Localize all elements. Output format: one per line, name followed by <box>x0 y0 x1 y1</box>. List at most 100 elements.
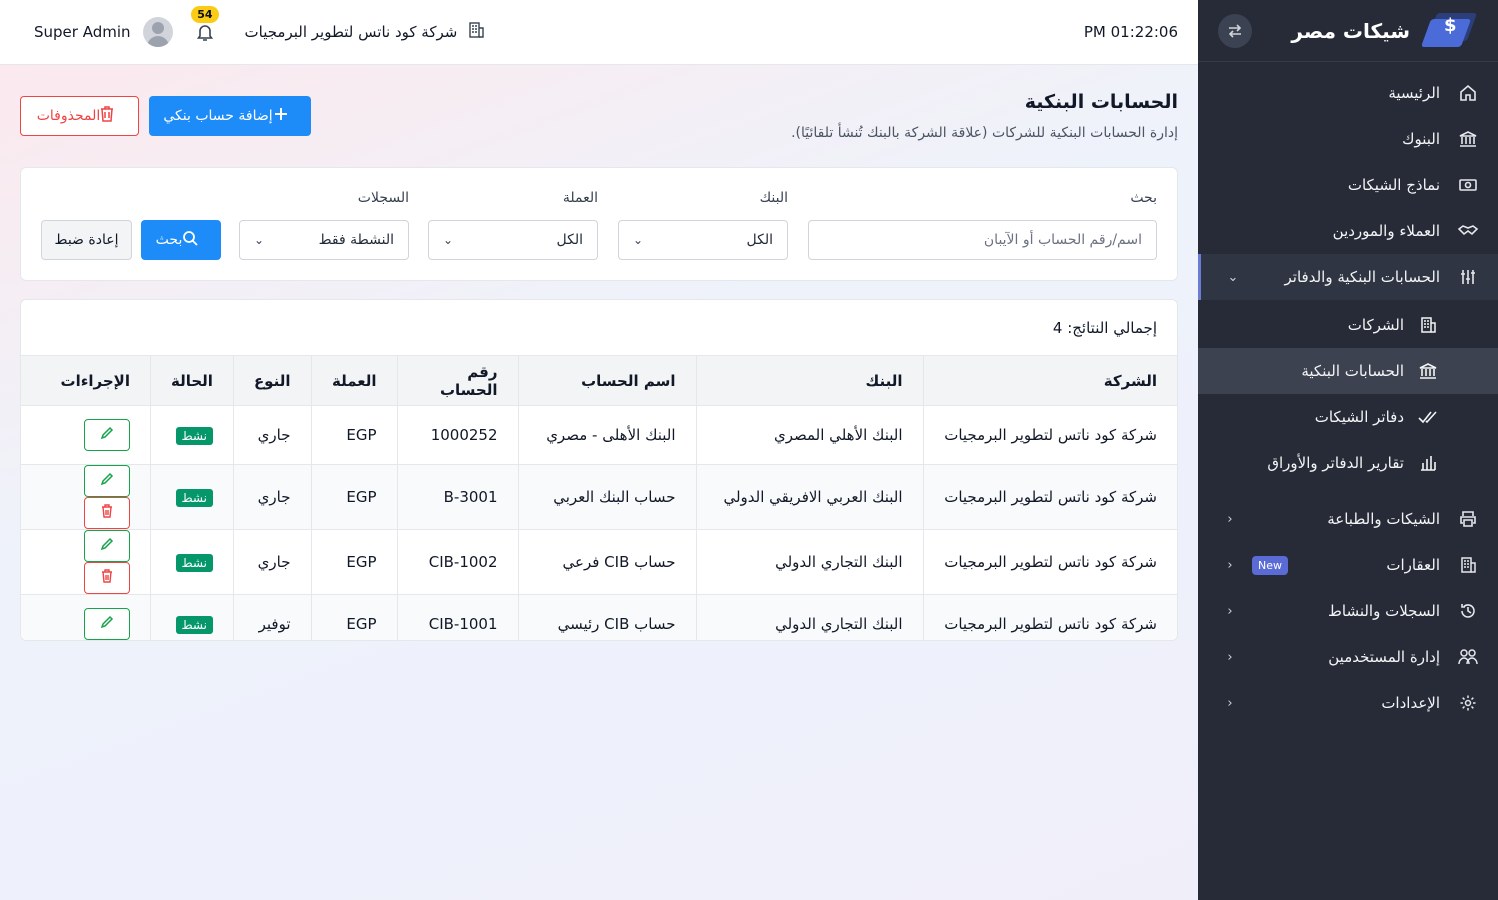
sliders-icon <box>1458 267 1478 287</box>
cell-bank: البنك التجاري الدولي <box>695 594 923 640</box>
sidebar-subitem-label: الشركات <box>1347 316 1404 334</box>
sidebar-item-logs[interactable]: السجلات والنشاط ‹ <box>1198 588 1498 634</box>
chevron-down-icon: ⌄ <box>443 233 454 247</box>
table-header-row: الشركة البنك اسم الحساب رقم الحساب العمل… <box>21 355 1177 406</box>
currency-select[interactable]: الكل ⌄ <box>428 220 598 260</box>
bell-icon[interactable]: 54 <box>191 6 219 42</box>
pencil-icon <box>100 537 114 555</box>
username[interactable]: Super Admin <box>34 23 131 41</box>
search-placeholder: اسم/رقم الحساب أو الآيبان <box>983 232 1142 248</box>
status-badge: نشط <box>175 427 213 445</box>
sidebar-item-bank-accounts-books[interactable]: الحسابات البنكية والدفاتر ⌄ <box>1198 254 1498 300</box>
col-account-number[interactable]: رقم الحساب <box>396 355 518 406</box>
table-row: شركة كود ناتس لتطوير البرمجيات البنك الع… <box>21 464 1177 530</box>
sidebar-item-properties[interactable]: العقارات New ‹ <box>1198 542 1498 588</box>
sidebar-item-settings[interactable]: الإعدادات ‹ <box>1198 680 1498 726</box>
sidebar-subitem-label: تقارير الدفاتر والأوراق <box>1267 454 1404 472</box>
edit-button[interactable] <box>83 465 130 497</box>
gear-icon <box>1458 693 1478 713</box>
trash-icon <box>101 504 113 522</box>
sidebar-item-label: السجلات والنشاط <box>1328 602 1440 620</box>
cell-bank: البنك التجاري الدولي <box>695 529 923 595</box>
bank-accounts-table: الشركة البنك اسم الحساب رقم الحساب العمل… <box>21 355 1177 640</box>
chevron-left-icon: ‹ <box>1227 649 1233 665</box>
checkmark-icon <box>1418 407 1438 427</box>
sidebar-subitem-book-reports[interactable]: تقارير الدفاتر والأوراق <box>1198 440 1498 486</box>
edit-button[interactable] <box>83 530 130 562</box>
cell-company: شركة كود ناتس لتطوير البرمجيات <box>922 464 1177 530</box>
chevron-down-icon: ⌄ <box>1227 269 1239 285</box>
cell-account-number: CIB-1002 <box>396 529 518 595</box>
swap-icon[interactable] <box>1218 13 1252 48</box>
sidebar-item-label: العملاء والموردين <box>1332 222 1440 240</box>
delete-button[interactable] <box>83 562 130 594</box>
avatar[interactable] <box>142 17 173 47</box>
results-panel: إجمالي النتائج: 4 الشركة البنك اسم الحسا… <box>20 299 1178 641</box>
cell-currency: EGP <box>310 405 397 465</box>
records-select[interactable]: النشطة فقط ⌄ <box>239 220 409 260</box>
new-badge: New <box>1252 555 1288 575</box>
col-account-name[interactable]: اسم الحساب <box>517 355 696 406</box>
cell-actions <box>21 464 151 530</box>
search-input[interactable]: اسم/رقم الحساب أو الآيبان <box>808 220 1157 260</box>
deleted-items-button[interactable]: المحذوفات <box>20 96 139 136</box>
reset-button[interactable]: إعادة ضبط <box>41 220 132 260</box>
col-bank[interactable]: البنك <box>695 355 923 406</box>
add-bank-account-button[interactable]: إضافة حساب بنكي <box>149 96 311 136</box>
clock: PM 01:22:06 <box>1083 23 1178 41</box>
chevron-down-icon: ⌄ <box>254 233 265 247</box>
bank-select[interactable]: الكل ⌄ <box>618 220 788 260</box>
sidebar-item-home[interactable]: الرئيسية <box>1198 70 1498 116</box>
cell-currency: EGP <box>310 464 397 530</box>
trash-icon <box>101 569 113 587</box>
sidebar-item-cheque-templates[interactable]: نماذج الشيكات <box>1198 162 1498 208</box>
search-button[interactable]: بحث <box>141 220 221 260</box>
sidebar-item-users[interactable]: إدارة المستخدمين ‹ <box>1198 634 1498 680</box>
chevron-left-icon: ‹ <box>1227 511 1233 527</box>
chevron-left-icon: ‹ <box>1227 695 1233 711</box>
sidebar-item-banks[interactable]: البنوك <box>1198 116 1498 162</box>
col-currency[interactable]: العملة <box>310 355 397 406</box>
current-company[interactable]: شركة كود ناتس لتطوير البرمجيات <box>245 21 486 43</box>
edit-button[interactable] <box>83 419 130 451</box>
col-type[interactable]: النوع <box>232 355 311 406</box>
account-number: CIB-1002 <box>428 553 498 571</box>
sidebar-subitem-companies[interactable]: الشركات <box>1198 302 1498 348</box>
brand-logo: $ <box>1420 11 1478 51</box>
edit-button[interactable] <box>83 608 130 640</box>
pencil-icon <box>100 426 114 444</box>
status-badge: نشط <box>175 489 213 507</box>
col-company[interactable]: الشركة <box>922 355 1177 406</box>
sidebar-subitem-bank-accounts[interactable]: الحسابات البنكية <box>1198 348 1498 394</box>
sidebar-item-label: الرئيسية <box>1388 84 1440 102</box>
col-actions: الإجراءات <box>21 355 151 406</box>
cell-currency: EGP <box>310 529 397 595</box>
currency-label: العملة <box>562 190 598 206</box>
col-status[interactable]: الحالة <box>149 355 234 406</box>
status-badge: نشط <box>175 616 213 635</box>
cell-account-number: B-3001 <box>396 464 518 530</box>
sidebar-item-clients[interactable]: العملاء والموردين <box>1198 208 1498 254</box>
search-label: بحث <box>1130 190 1157 206</box>
sidebar: $ شيكات مصر الرئيسية البنوك نماذج الشيكا… <box>1198 0 1498 900</box>
account-number: CIB-1001 <box>428 615 498 634</box>
sidebar-item-label: الإعدادات <box>1381 694 1440 712</box>
sidebar-subitem-cheque-books[interactable]: دفاتر الشيكات <box>1198 394 1498 440</box>
cell-company: شركة كود ناتس لتطوير البرمجيات <box>922 594 1177 640</box>
sidebar-item-cheques-printing[interactable]: الشيكات والطباعة ‹ <box>1198 496 1498 542</box>
sidebar-subitem-label: الحسابات البنكية <box>1301 362 1404 380</box>
table-row: شركة كود ناتس لتطوير البرمجيات البنك الت… <box>21 594 1177 640</box>
building-icon <box>1418 315 1438 335</box>
table-row: شركة كود ناتس لتطوير البرمجيات البنك الت… <box>21 529 1177 595</box>
company-name: شركة كود ناتس لتطوير البرمجيات <box>244 23 458 41</box>
deleted-button-label: المحذوفات <box>36 108 101 124</box>
status-badge: نشط <box>175 554 213 572</box>
page-header: الحسابات البنكية إدارة الحسابات البنكية … <box>20 65 1178 165</box>
home-icon <box>1458 83 1478 103</box>
cell-bank: البنك الأهلي المصري <box>695 405 923 465</box>
cell-type: جاري <box>232 464 311 530</box>
cell-status: نشط <box>149 594 234 640</box>
page-subtitle: إدارة الحسابات البنكية للشركات (علاقة ال… <box>791 125 1178 141</box>
users-icon <box>1458 647 1478 667</box>
delete-button[interactable] <box>83 497 130 529</box>
